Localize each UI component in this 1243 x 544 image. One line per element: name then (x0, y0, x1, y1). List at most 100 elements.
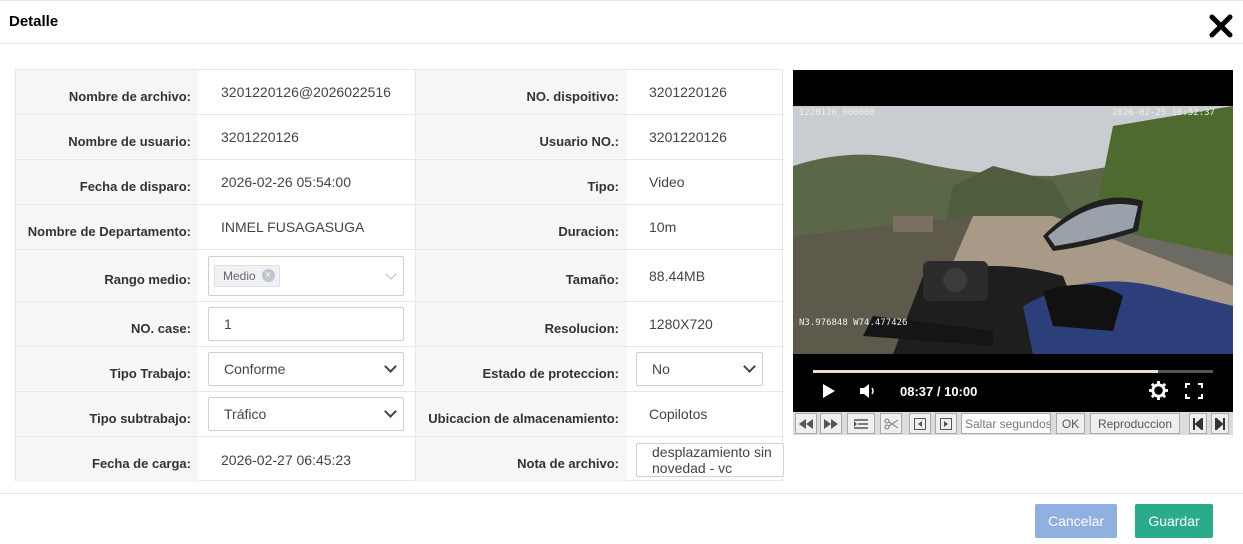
playback-button[interactable]: Reproduccion (1090, 413, 1180, 434)
dialog-title: Detalle (9, 13, 59, 30)
label-rango-medio: Rango medio: (16, 250, 198, 301)
chevron-down-icon (384, 360, 397, 373)
nota-archivo-cell: desplazamiento sin novedad - vc (626, 437, 784, 482)
rango-medio-cell: Medio × (198, 250, 415, 301)
value-fecha-carga: 2026-02-27 06:45:23 (221, 451, 351, 468)
label-tipo-subtrabajo: Tipo subtrabajo: (16, 392, 198, 436)
progress-bar[interactable] (813, 370, 1213, 373)
time-display: 08:37 / 10:00 (900, 384, 978, 399)
no-case-cell: 1 (198, 302, 415, 346)
save-button[interactable]: Guardar (1135, 504, 1213, 538)
label-fecha-disparo: Fecha de disparo: (16, 160, 198, 204)
next-frame-icon (940, 417, 952, 430)
video-toolbar: Saltar segundos OK Reproduccion (793, 412, 1233, 435)
list-button[interactable] (847, 413, 875, 434)
row-disparo: Fecha de disparo: 2026-02-26 05:54:00 Ti… (16, 160, 784, 205)
skip-start-icon (1193, 417, 1203, 430)
label-usuario-no: Usuario NO.: (415, 115, 626, 159)
chevron-down-icon (385, 267, 397, 280)
rewind-icon (799, 418, 813, 429)
row-archivo: Nombre de archivo: 3201220126@2026022516… (16, 70, 784, 115)
skip-end-button[interactable] (1211, 413, 1229, 434)
value-resolucion: 1280X720 (649, 316, 713, 332)
estado-proteccion-select[interactable]: No (636, 352, 763, 386)
rango-medio-tag: Medio × (214, 264, 280, 287)
tipo-trabajo-select[interactable]: Conforme (208, 352, 404, 386)
footer-divider (0, 493, 1243, 494)
cut-button[interactable] (880, 413, 902, 434)
skip-end-icon (1215, 417, 1225, 430)
estado-proteccion-value: No (652, 361, 670, 377)
nota-archivo-input[interactable]: desplazamiento sin novedad - vc (636, 442, 784, 477)
value-ubicacion: Copilotos (649, 406, 708, 422)
rewind-button[interactable] (795, 413, 817, 434)
volume-icon[interactable] (859, 383, 877, 399)
row-departamento: Nombre de Departamento: INMEL FUSAGASUGA… (16, 205, 784, 250)
prev-frame-button[interactable] (909, 413, 931, 434)
list-icon (854, 418, 868, 429)
value-fecha-disparo: 2026-02-26 05:54:00 (221, 174, 351, 190)
rango-medio-tag-label: Medio (223, 268, 256, 283)
label-nota-archivo: Nota de archivo: (415, 437, 626, 482)
row-case: NO. case: 1 Resolucion: 1280X720 (16, 302, 784, 347)
chevron-down-icon (384, 405, 397, 418)
label-fecha-carga: Fecha de carga: (16, 437, 198, 482)
ok-button[interactable]: OK (1056, 413, 1085, 434)
estado-proteccion-cell: No (626, 347, 784, 391)
video-player[interactable]: 1220126_000000 2026-02-25 16:52:37 N3.97… (793, 70, 1233, 435)
play-icon[interactable] (822, 383, 836, 399)
label-departamento: Nombre de Departamento: (16, 205, 198, 249)
fast-forward-button[interactable] (820, 413, 842, 434)
value-departamento: INMEL FUSAGASUGA (221, 219, 365, 235)
fullscreen-icon[interactable] (1185, 383, 1203, 399)
cancel-button[interactable]: Cancelar (1035, 504, 1117, 538)
progress-fill (813, 370, 1158, 373)
value-no-dispositivo: 3201220126 (649, 84, 727, 100)
label-duracion: Duracion: (415, 205, 626, 249)
tipo-subtrabajo-value: Tráfico (224, 406, 267, 422)
scissors-icon (884, 418, 898, 429)
row-rango: Rango medio: Medio × Tamaño: 88.44MB (16, 250, 784, 302)
value-tipo: Video (649, 174, 685, 190)
label-no-dispositivo: NO. dispoitivo: (415, 70, 626, 114)
skip-start-button[interactable] (1189, 413, 1207, 434)
tipo-trabajo-cell: Conforme (198, 347, 415, 391)
overlay-gps: N3.976848 W74.477426 (799, 318, 908, 328)
label-nombre-usuario: Nombre de usuario: (16, 115, 198, 159)
fast-forward-icon (824, 418, 838, 429)
label-tipo-trabajo: Tipo Trabajo: (16, 347, 198, 391)
video-frame (793, 106, 1233, 354)
label-ubicacion: Ubicacion de almacenamiento: (415, 392, 626, 436)
value-nombre-usuario: 3201220126 (221, 129, 299, 145)
rango-medio-select[interactable]: Medio × (208, 255, 404, 296)
no-case-input[interactable]: 1 (208, 307, 404, 341)
label-no-case: NO. case: (16, 302, 198, 346)
tag-remove-icon[interactable]: × (261, 269, 275, 282)
overlay-datetime: 2026-02-25 16:52:37 (1112, 108, 1215, 118)
value-nombre-archivo: 3201220126@2026022516 (221, 84, 391, 100)
value-duracion: 10m (649, 219, 677, 235)
label-tipo: Tipo: (415, 160, 626, 204)
label-tamano: Tamaño: (415, 250, 626, 301)
row-usuario: Nombre de usuario: 3201220126 Usuario NO… (16, 115, 784, 160)
label-resolucion: Resolucion: (415, 302, 626, 346)
prev-frame-icon (914, 417, 926, 430)
tipo-trabajo-value: Conforme (224, 361, 286, 377)
chevron-down-icon (743, 360, 756, 373)
value-tamano: 88.44MB (649, 267, 706, 284)
label-nombre-archivo: Nombre de archivo: (16, 70, 198, 114)
value-usuario-no: 3201220126 (649, 129, 727, 145)
overlay-id: 1220126_000000 (799, 108, 875, 118)
settings-icon[interactable] (1149, 381, 1168, 400)
skip-seconds-input[interactable]: Saltar segundos (961, 413, 1051, 434)
detail-grid: Nombre de archivo: 3201220126@2026022516… (15, 69, 784, 482)
row-trabajo: Tipo Trabajo: Conforme Estado de protecc… (16, 347, 784, 392)
tipo-subtrabajo-cell: Tráfico (198, 392, 415, 436)
next-frame-button[interactable] (935, 413, 957, 434)
dialog-header: Detalle (0, 0, 1243, 44)
row-carga: Fecha de carga: 2026-02-27 06:45:23 Nota… (16, 437, 784, 482)
tipo-subtrabajo-select[interactable]: Tráfico (208, 397, 404, 431)
label-estado-proteccion: Estado de proteccion: (415, 347, 626, 391)
row-subtrabajo: Tipo subtrabajo: Tráfico Ubicacion de al… (16, 392, 784, 437)
close-icon[interactable] (1209, 14, 1233, 38)
